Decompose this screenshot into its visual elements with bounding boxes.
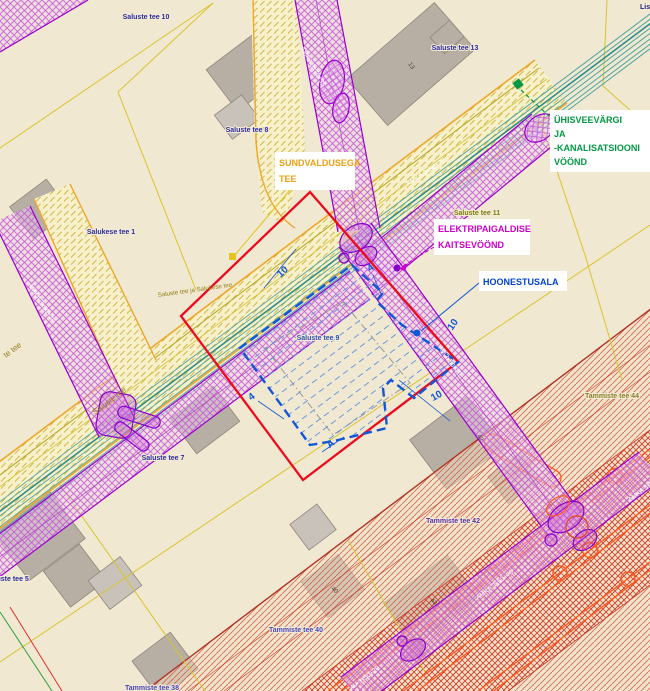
parcel-label: Saluste tee 8: [226, 127, 269, 134]
detail-plan-map: 10 4 10 4 10 A AMKA 3x70+35 AMKA 3x50+70…: [0, 0, 650, 691]
parcel-label: Saluste tee 10: [123, 14, 170, 21]
parcel-label: Salukese tee 1: [87, 229, 135, 236]
callout-hoonestusala: HOONESTUSALA: [479, 271, 567, 291]
parcel-label: Tammiste tee 38: [125, 685, 179, 691]
callout-veevork-voond: ÜHISVEEVÄRGI JA -KANALISATSIOONI VÖÖND: [550, 110, 650, 172]
callout-elektripaigaldise-kaitsevoond: ELEKTRIPAIGALDISE KAITSEVÖÖND: [434, 219, 531, 255]
callout-text: KAITSEVÖÖND: [438, 240, 505, 250]
parcel-label: Saluste tee 7: [142, 455, 185, 462]
parcel-label: Tammiste tee 44: [585, 393, 639, 400]
parcel-label: Tammiste tee 40: [269, 627, 323, 634]
callout-text: TEE: [279, 174, 297, 184]
parcel-label: Saluste tee 11: [454, 210, 500, 217]
callout-text: JA: [554, 129, 566, 139]
callout-text: HOONESTUSALA: [483, 277, 559, 287]
parcel-label-cut: List: [640, 4, 650, 11]
cable-point-marker: [394, 265, 401, 272]
map-canvas: 10 4 10 4 10 A AMKA 3x70+35 AMKA 3x50+70…: [0, 0, 650, 691]
callout-text: SUNDVALDUSEGA: [279, 158, 361, 168]
callout-text: ÜHISVEEVÄRGI: [554, 115, 622, 125]
callout-text: ELEKTRIPAIGALDISE: [438, 224, 531, 234]
parcel-label: Tammiste tee 42: [426, 518, 480, 525]
road-marker-square: [229, 253, 236, 260]
callout-sundvaldusega-tee: SUNDVALDUSEGA TEE: [275, 152, 361, 190]
parcel-label: Saluste tee 9: [297, 335, 340, 342]
callout-text: -KANALISATSIOONI: [554, 143, 640, 153]
parcel-label: Saluste tee 13: [432, 45, 479, 52]
parcel-label: Saluste tee 5: [0, 576, 29, 583]
callout-text: VÖÖND: [554, 157, 588, 167]
utility-point-marker: [414, 330, 421, 337]
